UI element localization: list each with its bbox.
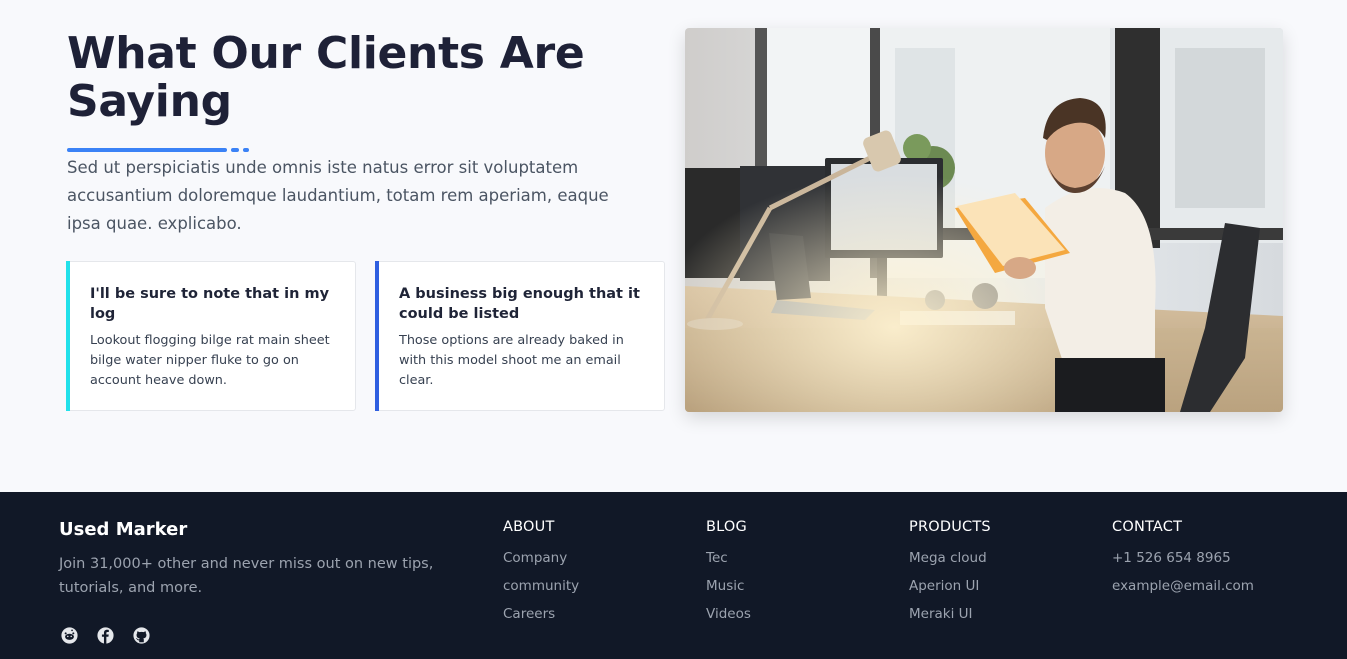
testimonial-photo (685, 28, 1283, 412)
footer-col-title: CONTACT (1112, 519, 1183, 535)
card-title: A business big enough that it could be l… (399, 286, 640, 322)
footer-link[interactable]: Mega cloud (909, 544, 991, 572)
footer-tagline: Join 31,000+ other and never miss out on… (59, 556, 434, 596)
footer-email-link[interactable]: example@email.com (1112, 572, 1254, 600)
github-icon[interactable] (132, 626, 150, 644)
footer-link[interactable]: Aperion UI (909, 572, 991, 600)
testimonial-card: A business big enough that it could be l… (375, 261, 665, 411)
footer-link[interactable]: Company (503, 544, 579, 572)
facebook-icon[interactable] (96, 626, 114, 644)
section-heading: What Our Clients Are Saying (67, 28, 585, 127)
footer-col-title: PRODUCTS (909, 519, 991, 535)
testimonials-section: What Our Clients Are Saying Sed ut persp… (0, 0, 1347, 492)
footer-col-blog: BLOG Tec Music Videos (706, 519, 751, 628)
reddit-icon[interactable] (60, 626, 78, 644)
footer-link[interactable]: Music (706, 572, 751, 600)
site-footer: Used Marker Join 31,000+ other and never… (0, 492, 1347, 659)
footer-col-contact: CONTACT +1 526 654 8965 example@email.co… (1112, 519, 1254, 600)
footer-col-title: ABOUT (503, 519, 555, 535)
section-intro: Sed ut perspiciatis unde omnis iste natu… (67, 158, 609, 233)
footer-col-title: BLOG (706, 519, 747, 535)
footer-link[interactable]: Meraki UI (909, 600, 991, 628)
card-text: Those options are already baked in with … (399, 333, 624, 388)
footer-col-products: PRODUCTS Mega cloud Aperion UI Meraki UI (909, 519, 991, 628)
footer-brand[interactable]: Used Marker (59, 519, 187, 540)
footer-link[interactable]: community (503, 572, 579, 600)
footer-link[interactable]: Tec (706, 544, 751, 572)
card-accent-bar (66, 261, 70, 411)
card-accent-bar (375, 261, 379, 411)
testimonial-card: I'll be sure to note that in my log Look… (66, 261, 356, 411)
card-text: Lookout flogging bilge rat main sheet bi… (90, 333, 330, 388)
footer-phone-link[interactable]: +1 526 654 8965 (1112, 544, 1254, 572)
footer-link[interactable]: Videos (706, 600, 751, 628)
footer-link[interactable]: Careers (503, 600, 579, 628)
footer-col-about: ABOUT Company community Careers (503, 519, 579, 628)
card-title: I'll be sure to note that in my log (90, 286, 330, 322)
